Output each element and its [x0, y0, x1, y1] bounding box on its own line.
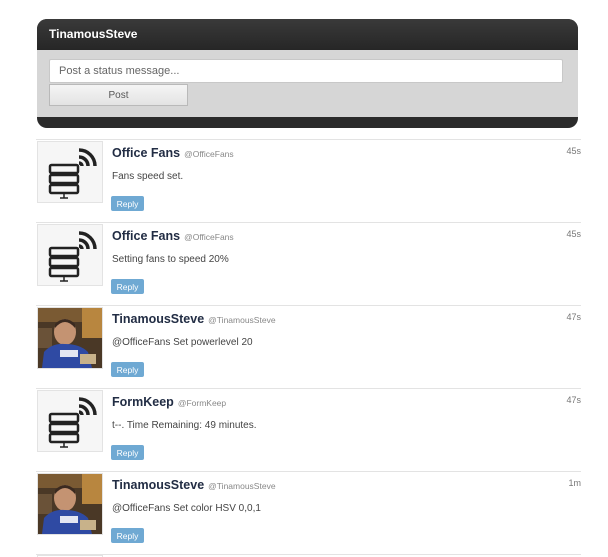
post-button[interactable]: Post: [49, 84, 188, 106]
user-photo[interactable]: [37, 473, 103, 535]
author-name[interactable]: Office Fans: [112, 229, 180, 243]
reply-button[interactable]: Reply: [111, 196, 144, 211]
message-text: t--. Time Remaining: 49 minutes.: [112, 420, 257, 431]
timestamp: 45s: [566, 146, 581, 156]
author-name[interactable]: FormKeep: [112, 395, 174, 409]
panel-username: TinamousSteve: [37, 19, 578, 50]
author-handle[interactable]: @FormKeep: [178, 398, 226, 408]
feed-item: TinamousSteve @TinamousSteve 1m @OfficeFa…: [36, 471, 581, 554]
author-handle[interactable]: @TinamousSteve: [208, 481, 275, 491]
message-text: @OfficeFans Set powerlevel 20: [112, 337, 253, 348]
author-name[interactable]: TinamousSteve: [112, 478, 204, 492]
author-handle[interactable]: @OfficeFans: [184, 149, 234, 159]
device-icon[interactable]: [37, 224, 103, 286]
status-input[interactable]: [49, 59, 563, 83]
status-form: Post: [37, 50, 578, 117]
feed-item: Office Fans @OfficeFans 45s Setting fans …: [36, 222, 581, 305]
feed-item: Office Fans @OfficeFans 45s Fans speed se…: [36, 139, 581, 222]
author-handle[interactable]: @OfficeFans: [184, 232, 234, 242]
message-text: Setting fans to speed 20%: [112, 254, 229, 265]
device-icon[interactable]: [37, 141, 103, 203]
reply-button[interactable]: Reply: [111, 528, 144, 543]
timestamp: 45s: [566, 229, 581, 239]
timestamp: 1m: [568, 478, 581, 488]
reply-button[interactable]: Reply: [111, 362, 144, 377]
reply-button[interactable]: Reply: [111, 445, 144, 460]
message-text: @OfficeFans Set color HSV 0,0,1: [112, 503, 261, 514]
user-photo[interactable]: [37, 307, 103, 369]
timestamp: 47s: [566, 395, 581, 405]
feed-item: FormKeep @FormKeep 47s t--. Time Remainin…: [36, 388, 581, 471]
status-panel: TinamousSteve Post: [37, 19, 578, 128]
reply-button[interactable]: Reply: [111, 279, 144, 294]
message-text: Fans speed set.: [112, 171, 184, 182]
activity-feed: Office Fans @OfficeFans 45s Fans speed se…: [36, 139, 581, 557]
author-handle[interactable]: @TinamousSteve: [208, 315, 275, 325]
author-name[interactable]: Office Fans: [112, 146, 180, 160]
device-icon[interactable]: [37, 390, 103, 452]
timestamp: 47s: [566, 312, 581, 322]
feed-item: TinamousSteve @TinamousSteve 47s @OfficeF…: [36, 305, 581, 388]
author-name[interactable]: TinamousSteve: [112, 312, 204, 326]
